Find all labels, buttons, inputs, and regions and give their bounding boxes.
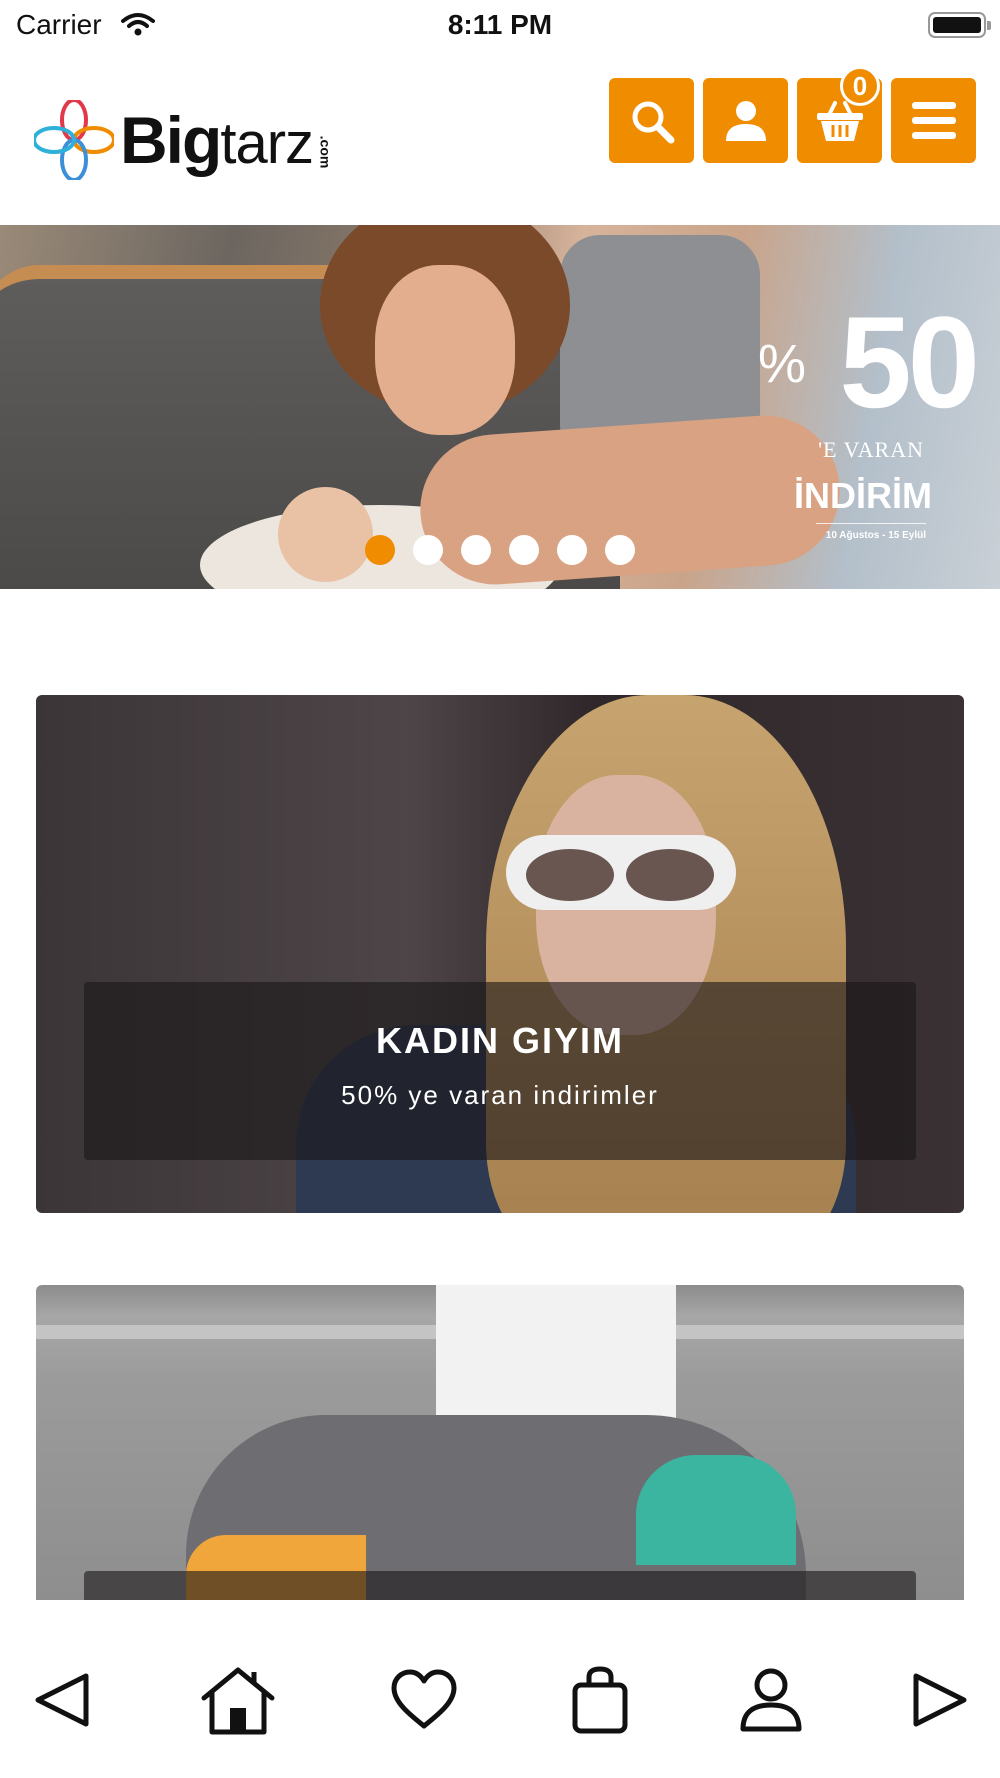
logo-com-text: .com xyxy=(317,135,334,169)
promo-line-2: İNDİRİM xyxy=(794,475,932,516)
search-button[interactable] xyxy=(609,78,694,163)
nav-forward-button[interactable] xyxy=(900,1660,980,1740)
nav-profile-button[interactable] xyxy=(731,1660,811,1740)
nav-bag-button[interactable] xyxy=(560,1660,640,1740)
category-card-womens[interactable]: KADIN GIYIM 50% ye varan indirimler xyxy=(36,695,964,1213)
category-caption-partial xyxy=(84,1571,916,1600)
slider-dot-4[interactable] xyxy=(509,535,539,565)
category-title: KADIN GIYIM xyxy=(375,1020,624,1061)
promo-discount: 50 xyxy=(839,289,980,435)
promo-number: 50 xyxy=(839,289,980,435)
slider-dot-5[interactable] xyxy=(557,535,587,565)
category-caption: KADIN GIYIM 50% ye varan indirimler xyxy=(84,982,916,1160)
brand-logo[interactable]: Big tarz .com xyxy=(34,95,342,185)
bottom-navigation xyxy=(0,1600,1000,1778)
card-photo-heel-teal xyxy=(636,1455,796,1565)
profile-icon xyxy=(740,1668,802,1732)
slider-pagination xyxy=(365,535,635,565)
promo-divider xyxy=(816,523,926,524)
category-subtitle: 50% ye varan indirimler xyxy=(341,1080,659,1110)
slider-dot-3[interactable] xyxy=(461,535,491,565)
menu-button[interactable] xyxy=(891,78,976,163)
bag-icon xyxy=(572,1666,628,1734)
banner-photo-face xyxy=(375,265,515,435)
nav-home-button[interactable] xyxy=(198,1660,278,1740)
forward-arrow-icon xyxy=(913,1673,967,1727)
category-card-shoes[interactable] xyxy=(36,1285,964,1600)
slider-dot-6[interactable] xyxy=(605,535,635,565)
slider-dot-2[interactable] xyxy=(413,535,443,565)
card-photo-lens-left xyxy=(526,849,614,901)
heart-icon xyxy=(391,1669,457,1729)
account-button[interactable] xyxy=(703,78,788,163)
banner-photo-baby xyxy=(278,487,373,582)
nav-back-button[interactable] xyxy=(22,1660,102,1740)
card-photo-lens-right xyxy=(626,849,714,901)
app-header: Big tarz .com 0 xyxy=(0,50,1000,225)
logo-tarz-text: tarz xyxy=(220,111,314,176)
battery-icon xyxy=(928,12,991,38)
slider-dot-1[interactable] xyxy=(365,535,395,565)
status-bar: Carrier 8:11 PM xyxy=(0,0,1000,50)
promo-line-1: 'E VARAN xyxy=(818,437,924,462)
logo-big-text: Big xyxy=(120,103,222,177)
nav-favorites-button[interactable] xyxy=(384,1660,464,1740)
logo-wordmark: Big tarz .com xyxy=(120,102,342,178)
clock: 8:11 PM xyxy=(447,9,553,40)
promo-percent-sign: % xyxy=(758,334,807,394)
user-icon xyxy=(725,100,766,141)
cart-count-badge: 0 xyxy=(840,66,880,106)
home-icon xyxy=(201,1667,275,1735)
search-icon xyxy=(632,101,674,143)
hero-banner-slider[interactable]: 50 % 'E VARAN İNDİRİM 10 Ağustos - 15 Ey… xyxy=(0,225,1000,589)
logo-flower-icon xyxy=(34,100,114,180)
menu-icon xyxy=(911,101,956,139)
back-arrow-icon xyxy=(35,1673,89,1727)
cart-button[interactable]: 0 xyxy=(797,66,882,163)
promo-dates: 10 Ağustos - 15 Eylül xyxy=(825,530,926,541)
